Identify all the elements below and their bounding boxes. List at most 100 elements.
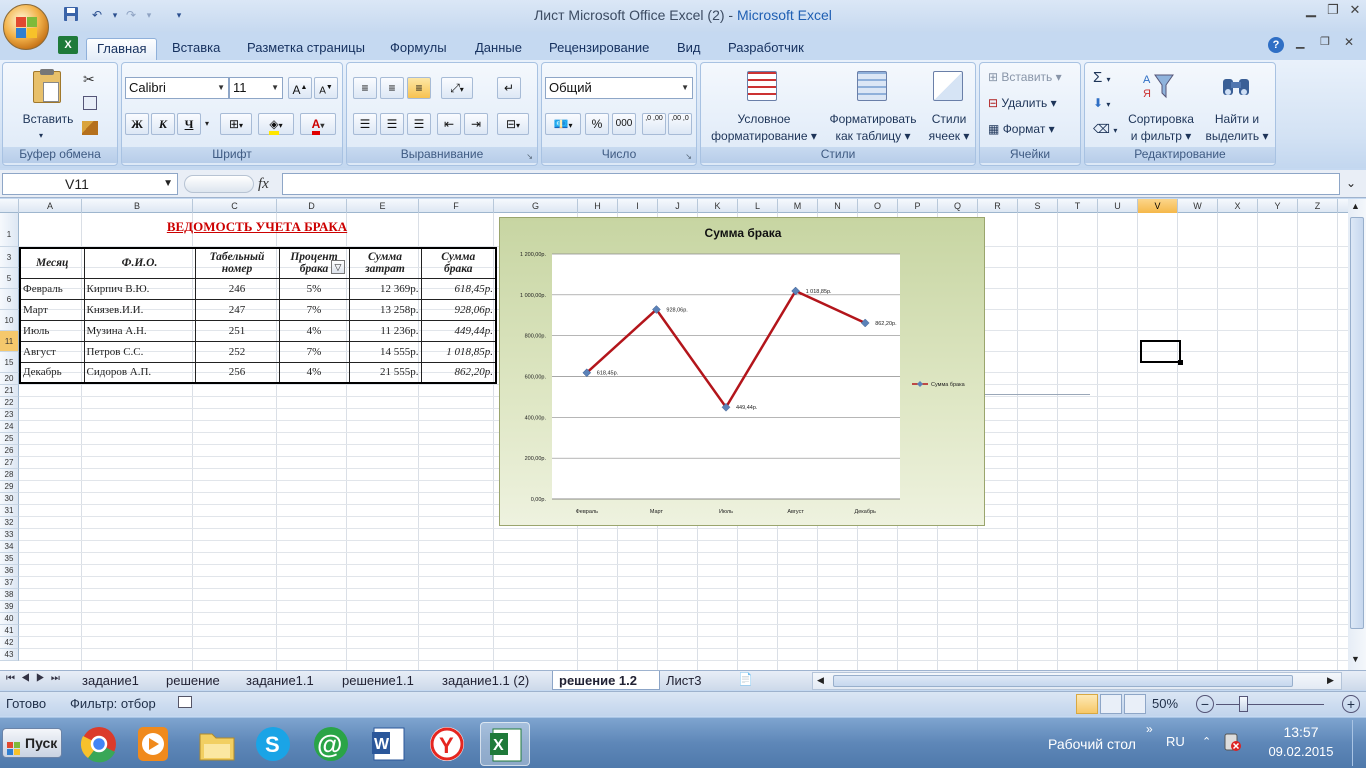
name-box[interactable]: V11 ▼ [2, 173, 178, 195]
vertical-scroll-thumb[interactable] [1350, 217, 1364, 629]
format-painter-icon[interactable] [82, 121, 98, 135]
row-header[interactable]: 6 [0, 289, 19, 310]
decrease-decimal-button[interactable]: ,00 ,0 [668, 113, 692, 135]
row-header[interactable]: 10 [0, 310, 19, 331]
italic-button[interactable]: К [151, 113, 175, 135]
autosum-button[interactable]: Σ ▾ [1093, 69, 1110, 88]
taskbar-yandex[interactable]: Y [422, 722, 472, 766]
column-header[interactable]: Y [1258, 199, 1298, 213]
table-cell[interactable]: 449,44р. [420, 319, 497, 342]
table-cell[interactable]: 247 [194, 298, 280, 321]
normal-view-icon[interactable] [1076, 694, 1098, 714]
format-as-table-button[interactable]: Форматировать как таблицу ▾ [821, 111, 925, 145]
underline-dropdown-icon[interactable]: ▾ [205, 119, 209, 128]
help-icon[interactable]: ? [1268, 37, 1284, 53]
safely-remove-hardware-icon[interactable] [1222, 732, 1242, 752]
clear-button[interactable]: ⌫ ▾ [1093, 121, 1117, 139]
table-cell[interactable]: Июль [19, 319, 85, 342]
table-cell[interactable]: 618,45р. [420, 277, 497, 300]
horizontal-scroll-thumb[interactable] [833, 675, 1293, 687]
excel-small-icon[interactable]: X [58, 36, 78, 54]
start-button[interactable]: Пуск [2, 728, 62, 758]
close-icon[interactable]: ✕ [1344, 2, 1366, 20]
sheet-tab[interactable]: Лист3 [660, 671, 720, 690]
column-header[interactable]: O [858, 199, 898, 213]
zoom-slider-thumb[interactable] [1239, 696, 1248, 712]
table-header-cell[interactable]: Сумма брака [420, 247, 497, 279]
column-header[interactable]: M [778, 199, 818, 213]
table-header-cell[interactable]: Сумма затрат [348, 247, 422, 279]
row-header[interactable]: 11 [0, 331, 19, 352]
ribbon-restore-icon[interactable]: ❐ [1320, 35, 1330, 48]
row-header[interactable]: 33 [0, 529, 19, 541]
row-header[interactable]: 38 [0, 589, 19, 601]
clock-time[interactable]: 13:57 [1256, 724, 1346, 740]
format-cells-button[interactable]: ▦ Формат ▾ [988, 121, 1055, 138]
table-cell[interactable]: 4% [278, 361, 350, 384]
taskbar-chrome[interactable] [74, 722, 124, 766]
shrink-font-button[interactable]: A▼ [314, 77, 338, 99]
table-header-cell[interactable]: Табельный номер [194, 247, 280, 279]
tab-insert[interactable]: Вставка [162, 38, 230, 60]
taskbar-mail-agent[interactable]: @ [306, 722, 356, 766]
scroll-up-icon[interactable]: ▲ [1351, 201, 1360, 211]
table-cell[interactable]: 5% [278, 277, 350, 300]
row-header[interactable]: 35 [0, 553, 19, 565]
insert-cells-button[interactable]: ⊞ Вставить ▾ [988, 69, 1062, 86]
office-button[interactable] [3, 4, 49, 50]
column-header[interactable]: N [818, 199, 858, 213]
zoom-out-icon[interactable]: − [1196, 695, 1214, 713]
column-header[interactable]: K [698, 199, 738, 213]
column-header[interactable]: V [1138, 199, 1178, 213]
column-header[interactable]: D [277, 199, 347, 213]
sheet-tab[interactable]: задание1.1 (2) [436, 671, 552, 690]
row-header[interactable]: 42 [0, 637, 19, 649]
sheet-tab[interactable]: задание1.1 [240, 671, 336, 690]
row-header[interactable]: 15 [0, 352, 19, 373]
row-header[interactable]: 20 [0, 373, 19, 385]
column-header[interactable]: P [898, 199, 938, 213]
column-header[interactable]: E [347, 199, 419, 213]
column-header[interactable]: T [1058, 199, 1098, 213]
table-cell[interactable]: 21 555р. [348, 361, 422, 384]
delete-cells-button[interactable]: ⊟ Удалить ▾ [988, 95, 1057, 112]
minimize-icon[interactable]: ▁ [1300, 2, 1322, 20]
cut-icon[interactable]: ✂ [83, 71, 95, 88]
cell-styles-button[interactable]: Стили ячеек ▾ [923, 111, 975, 145]
tab-view[interactable]: Вид [667, 38, 711, 60]
toolbar-chevron-icon[interactable]: » [1146, 722, 1153, 736]
row-header[interactable]: 3 [0, 247, 19, 268]
table-cell[interactable]: 928,06р. [420, 298, 497, 321]
thousands-button[interactable]: 000 [612, 113, 636, 135]
fill-button[interactable]: ⬇ ▾ [1093, 95, 1110, 113]
borders-button[interactable]: ⊞▾ [220, 113, 252, 135]
sheet-tab[interactable]: решение 1.2 [552, 671, 660, 690]
table-cell[interactable]: Сидоров А.П. [83, 361, 196, 384]
table-cell[interactable]: Кирпич В.Ю. [83, 277, 196, 300]
row-header[interactable]: 24 [0, 421, 19, 433]
table-cell[interactable]: 13 258р. [348, 298, 422, 321]
formula-bar-splitter[interactable] [184, 175, 254, 193]
active-cell[interactable] [1140, 340, 1181, 363]
scroll-right-icon[interactable]: ▶ [1327, 675, 1334, 686]
table-cell[interactable]: Князев.И.И. [83, 298, 196, 321]
row-header[interactable]: 34 [0, 541, 19, 553]
underline-button[interactable]: Ч [177, 113, 201, 135]
row-header[interactable]: 23 [0, 409, 19, 421]
wrap-text-button[interactable]: ↵ [497, 77, 521, 99]
scroll-left-icon[interactable]: ◀ [817, 675, 824, 686]
increase-indent-button[interactable]: ⇥ [464, 113, 488, 135]
macro-record-icon[interactable] [178, 696, 192, 708]
row-header[interactable]: 29 [0, 481, 19, 493]
tab-data[interactable]: Данные [465, 38, 532, 60]
show-desktop-button[interactable] [1352, 720, 1364, 766]
tab-page-layout[interactable]: Разметка страницы [237, 38, 375, 60]
sheet-tab[interactable]: решение [160, 671, 240, 690]
tab-developer[interactable]: Разработчик [718, 38, 814, 60]
table-cell[interactable]: Февраль [19, 277, 85, 300]
sort-filter-button[interactable]: Сортировка и фильтр ▾ [1123, 111, 1199, 145]
table-cell[interactable]: Петров С.С. [83, 340, 196, 363]
find-select-button[interactable]: Найти и выделить ▾ [1199, 111, 1275, 145]
column-header[interactable]: J [658, 199, 698, 213]
sheet-tab[interactable]: решение1.1 [336, 671, 436, 690]
